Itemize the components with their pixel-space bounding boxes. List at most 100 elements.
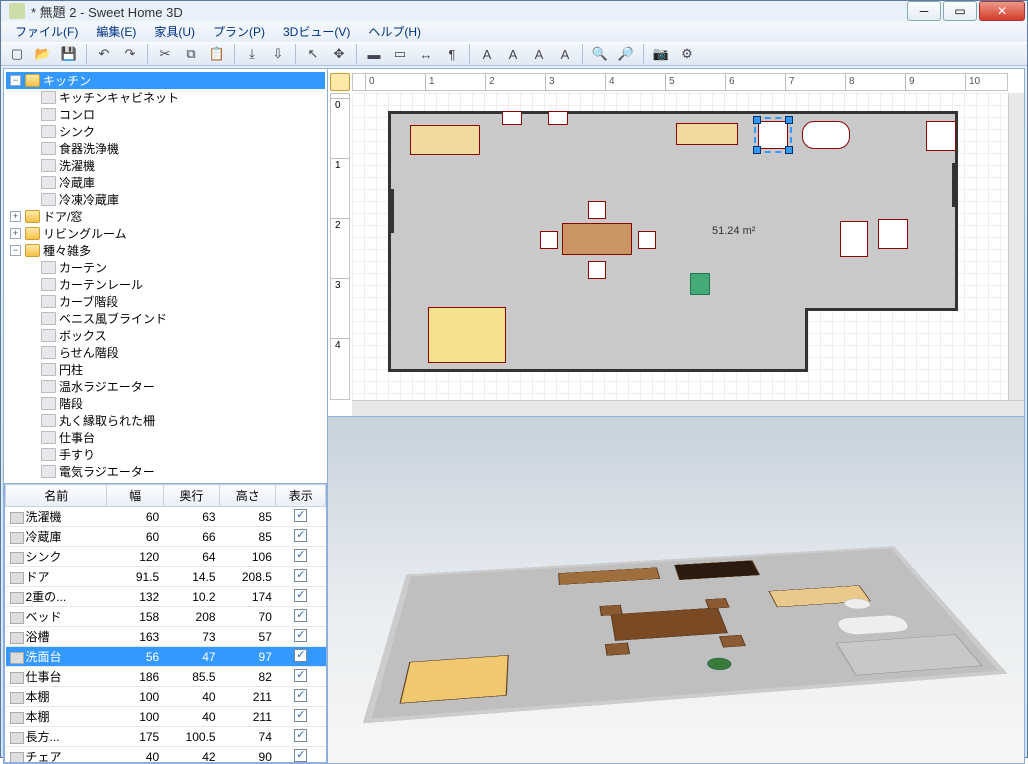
cell-d[interactable]: 40	[163, 687, 219, 707]
visibility-checkbox[interactable]	[294, 689, 307, 702]
plan-furn-chair-bottom[interactable]	[588, 261, 606, 279]
cell-w[interactable]: 158	[107, 607, 163, 627]
maximize-button[interactable]: ▭	[943, 1, 977, 21]
cell-d[interactable]: 64	[163, 547, 219, 567]
visibility-checkbox[interactable]	[294, 509, 307, 522]
plan-furn-bathtub[interactable]	[802, 121, 850, 149]
cell-h[interactable]: 90	[220, 747, 276, 764]
tree-item[interactable]: 丸く縁取られた柵	[6, 412, 325, 429]
cell-w[interactable]: 100	[107, 707, 163, 727]
redo-icon[interactable]: ↷	[118, 43, 142, 65]
visibility-checkbox[interactable]	[294, 649, 307, 662]
cell[interactable]: ドア	[6, 567, 107, 587]
cell-visible[interactable]	[276, 607, 326, 627]
cell-h[interactable]: 97	[220, 647, 276, 667]
cell-h[interactable]: 211	[220, 687, 276, 707]
cell-h[interactable]: 82	[220, 667, 276, 687]
tree-item[interactable]: 温水ラジエーター	[6, 378, 325, 395]
plan-furn-sink[interactable]	[840, 221, 868, 257]
titlebar[interactable]: * 無題 2 - Sweet Home 3D ─ ▭ ✕	[1, 1, 1027, 21]
col-header[interactable]: 奥行	[163, 485, 219, 507]
plan-furn-door-left[interactable]	[388, 189, 394, 233]
cell-h[interactable]: 57	[220, 627, 276, 647]
undo-icon[interactable]: ↶	[92, 43, 116, 65]
collapse-icon[interactable]: −	[10, 245, 21, 256]
preferences-icon[interactable]: ⚙	[675, 43, 699, 65]
photo-icon[interactable]: 📷	[649, 43, 673, 65]
table-row[interactable]: 仕事台18685.582	[6, 667, 326, 687]
cell-d[interactable]: 208	[163, 607, 219, 627]
plan-furn-fridge[interactable]	[878, 219, 908, 249]
text-italic-icon[interactable]: A	[553, 43, 577, 65]
cell-d[interactable]: 40	[163, 707, 219, 727]
save-icon[interactable]: 💾	[57, 43, 81, 65]
cell-w[interactable]: 175	[107, 727, 163, 747]
obj3d-bed[interactable]	[399, 655, 508, 704]
table-row[interactable]: チェア404290	[6, 747, 326, 764]
cell-visible[interactable]	[276, 527, 326, 547]
menu-item-3[interactable]: プラン(P)	[205, 21, 273, 42]
cell[interactable]: 仕事台	[6, 667, 107, 687]
cell-visible[interactable]	[276, 627, 326, 647]
cell[interactable]: 浴槽	[6, 627, 107, 647]
visibility-checkbox[interactable]	[294, 669, 307, 682]
obj3d-kitchen-block[interactable]	[836, 634, 983, 675]
furniture-list-panel[interactable]: 名前幅奥行高さ表示 洗濯機606385冷蔵庫606685シンク12064106ド…	[4, 483, 327, 763]
visibility-checkbox[interactable]	[294, 709, 307, 722]
cell[interactable]: 本棚	[6, 687, 107, 707]
tree-item[interactable]: カーブ階段	[6, 293, 325, 310]
cell-d[interactable]: 42	[163, 747, 219, 764]
cell[interactable]: 本棚	[6, 707, 107, 727]
text-a1-icon[interactable]: A	[475, 43, 499, 65]
plan-scrollbar-v[interactable]	[1008, 93, 1024, 400]
cell-h[interactable]: 174	[220, 587, 276, 607]
obj3d-chair2[interactable]	[705, 598, 730, 609]
cell-w[interactable]: 120	[107, 547, 163, 567]
cell[interactable]: 2重の...	[6, 587, 107, 607]
tree-item[interactable]: 冷凍冷蔵庫	[6, 191, 325, 208]
col-header[interactable]: 表示	[276, 485, 326, 507]
plan-furn-desk[interactable]	[676, 123, 738, 145]
plan-origin-icon[interactable]	[330, 73, 350, 91]
copy-icon[interactable]: ⧉	[179, 43, 203, 65]
table-row[interactable]: ベッド15820870	[6, 607, 326, 627]
cell-visible[interactable]	[276, 727, 326, 747]
cell-w[interactable]: 100	[107, 687, 163, 707]
cell-h[interactable]: 70	[220, 607, 276, 627]
cell[interactable]: 洗濯機	[6, 507, 107, 527]
tree-folder[interactable]: +ドア/窓	[6, 208, 325, 225]
wall-tool-icon[interactable]: ▬	[362, 43, 386, 65]
paste-icon[interactable]: 📋	[205, 43, 229, 65]
select-tool-icon[interactable]: ↖	[301, 43, 325, 65]
plan-furn-door-right[interactable]	[952, 163, 958, 207]
tree-folder[interactable]: −キッチン	[6, 72, 325, 89]
text-bold-icon[interactable]: A	[527, 43, 551, 65]
tree-item[interactable]: カーテンレール	[6, 276, 325, 293]
cell-d[interactable]: 100.5	[163, 727, 219, 747]
cell-visible[interactable]	[276, 547, 326, 567]
table-row[interactable]: 浴槽1637357	[6, 627, 326, 647]
text-a2-icon[interactable]: A	[501, 43, 525, 65]
view-3d-panel[interactable]	[328, 417, 1024, 764]
table-row[interactable]: シンク12064106	[6, 547, 326, 567]
plan-furn-washbasin-selected[interactable]	[758, 121, 788, 149]
cell-w[interactable]: 60	[107, 527, 163, 547]
tree-item[interactable]: ベニス風ブラインド	[6, 310, 325, 327]
visibility-checkbox[interactable]	[294, 529, 307, 542]
plan-furn-window-1[interactable]	[502, 111, 522, 125]
expand-icon[interactable]: +	[10, 211, 21, 222]
tree-folder[interactable]: −種々雑多	[6, 242, 325, 259]
obj3d-shelf[interactable]	[674, 560, 760, 580]
plan-grid[interactable]: 51.24 m²	[352, 93, 1008, 400]
cell-h[interactable]: 211	[220, 707, 276, 727]
table-row[interactable]: 冷蔵庫606685	[6, 527, 326, 547]
cell-visible[interactable]	[276, 587, 326, 607]
table-row[interactable]: 本棚10040211	[6, 687, 326, 707]
plan-furn-dining-table[interactable]	[562, 223, 632, 255]
tree-item[interactable]: キッチンキャビネット	[6, 89, 325, 106]
tree-item[interactable]: 冷蔵庫	[6, 174, 325, 191]
pan-tool-icon[interactable]: ✥	[327, 43, 351, 65]
table-row[interactable]: 洗面台564797	[6, 647, 326, 667]
cell-h[interactable]: 85	[220, 527, 276, 547]
cell-d[interactable]: 14.5	[163, 567, 219, 587]
